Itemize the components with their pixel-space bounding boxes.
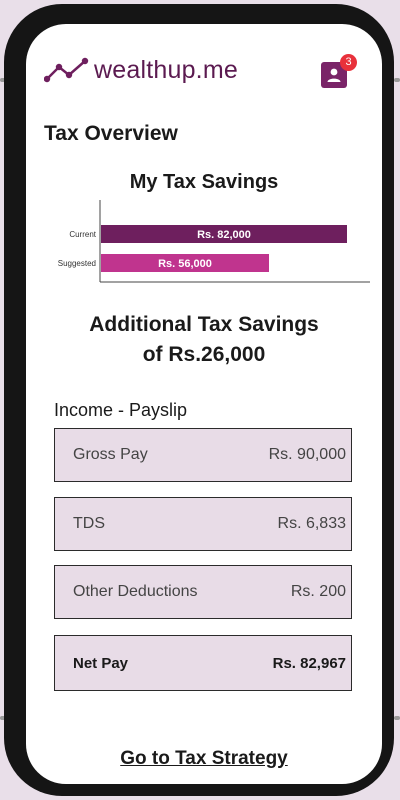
- user-icon: [327, 68, 341, 82]
- row-label: Other Deductions: [73, 583, 198, 600]
- logo-trend-icon: [44, 57, 89, 83]
- notification-badge: 3: [340, 54, 357, 71]
- row-label: TDS: [73, 515, 105, 532]
- chart-title: My Tax Savings: [129, 171, 279, 193]
- phone-frame: wealthup.me 3 Tax Overview My Tax Saving…: [4, 4, 394, 796]
- phone-side-button-right: [394, 78, 400, 82]
- phone-side-button-right-bottom: [394, 716, 400, 720]
- logo-text: wealthup.me: [94, 55, 238, 84]
- page-title: Tax Overview: [44, 122, 178, 145]
- go-to-tax-strategy-link[interactable]: Go to Tax Strategy: [26, 748, 382, 770]
- chart-data-label: Rs. 82,000: [197, 229, 251, 241]
- row-value: Rs. 90,000: [268, 446, 346, 463]
- row-label: Net Pay: [73, 654, 129, 672]
- row-value: Rs. 6,833: [277, 515, 346, 532]
- app-screen: wealthup.me 3 Tax Overview My Tax Saving…: [26, 24, 382, 784]
- app-logo[interactable]: wealthup.me: [44, 52, 238, 88]
- headline-line-2: of Rs.26,000: [142, 343, 266, 366]
- chart-data-label: Rs. 56,000: [158, 258, 212, 270]
- income-section-title: Income - Payslip: [54, 400, 188, 420]
- row-label: Gross Pay: [73, 446, 148, 463]
- tax-savings-chart: Current Rs. 82,000 Suggested Rs. 56,000: [58, 200, 370, 283]
- income-row-net-pay: Net Pay Rs. 82,967: [54, 635, 352, 691]
- income-row-gross-pay: Gross Pay Rs. 90,000: [54, 428, 352, 482]
- income-row-other-deductions: Other Deductions Rs. 200: [54, 565, 352, 619]
- row-value: Rs. 82,967: [272, 654, 346, 672]
- income-row-tds: TDS Rs. 6,833: [54, 497, 352, 551]
- additional-savings-headline: Additional Tax Savings of Rs.26,000: [26, 310, 382, 370]
- headline-line-1: Additional Tax Savings: [89, 313, 319, 336]
- row-value: Rs. 200: [290, 583, 346, 600]
- chart-category-label: Current: [69, 230, 96, 239]
- chart-category-label: Suggested: [58, 259, 96, 268]
